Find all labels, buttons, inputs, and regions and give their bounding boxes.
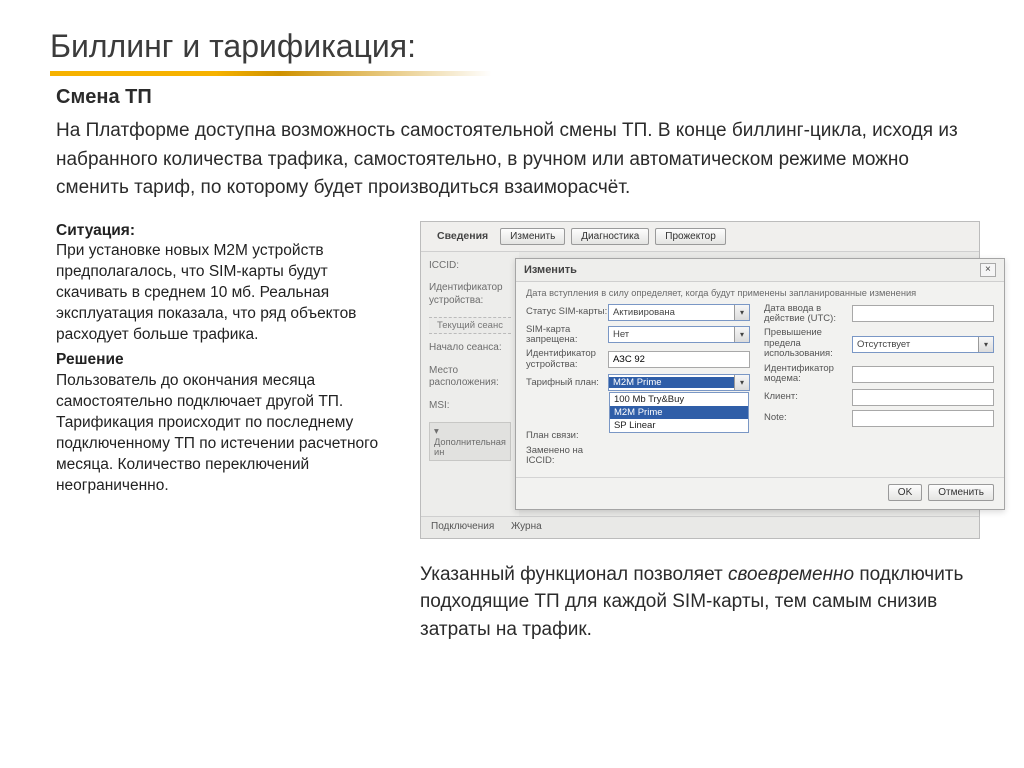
solution-text: Пользователь до окончания месяца самосто… bbox=[56, 372, 378, 494]
tab-connections[interactable]: Подключения bbox=[431, 521, 494, 532]
location-label: Место расположения: bbox=[429, 365, 511, 390]
edit-button[interactable]: Изменить bbox=[500, 228, 565, 245]
iccid-label: ICCID: bbox=[429, 260, 511, 273]
tariff-plan-label: Тарифный план: bbox=[526, 378, 608, 388]
accent-bar bbox=[50, 71, 970, 76]
client-label: Клиент: bbox=[764, 392, 852, 402]
overage-select[interactable]: Отсутствует ▾ bbox=[852, 336, 994, 353]
msi-label: MSI: bbox=[429, 400, 511, 413]
close-icon[interactable]: × bbox=[980, 263, 996, 277]
situation-block: Ситуация: При установке новых М2М устрой… bbox=[56, 221, 396, 347]
device-id-label: Идентификатор устройства: bbox=[526, 349, 608, 370]
panel-bottom-tabs: Подключения Журна bbox=[421, 516, 979, 538]
comm-plan-label: План связи: bbox=[526, 431, 608, 441]
dialog-hint: Дата вступления в силу определяет, когда… bbox=[516, 282, 1004, 300]
replaced-iccid-label: Заменено на ICCID: bbox=[526, 446, 608, 467]
situation-label: Ситуация: bbox=[56, 222, 135, 239]
tab-journal[interactable]: Журна bbox=[511, 521, 542, 532]
solution-block: Решение Пользователь до окончания месяца… bbox=[56, 350, 396, 496]
sim-status-select[interactable]: Активирована ▾ bbox=[608, 304, 750, 321]
ok-button[interactable]: OK bbox=[888, 484, 922, 501]
sim-blocked-select[interactable]: Нет ▾ bbox=[608, 326, 750, 343]
modem-id-label: Идентификатор модема: bbox=[764, 364, 852, 385]
situation-text: При установке новых М2М устройств предпо… bbox=[56, 242, 356, 343]
session-section: Текущий сеанс bbox=[429, 317, 511, 334]
tariff-plan-select[interactable]: M2M Prime ▾ 100 Mb Try&Buy M2M Prime SP … bbox=[608, 374, 750, 391]
effective-date-input[interactable] bbox=[852, 305, 994, 322]
slide-subtitle: Смена ТП bbox=[56, 86, 974, 109]
solution-label: Решение bbox=[56, 351, 124, 368]
tab-info[interactable]: Сведения bbox=[431, 228, 494, 244]
additional-info-toggle[interactable]: ▾ Дополнительная ин bbox=[429, 422, 511, 461]
chevron-down-icon: ▾ bbox=[978, 337, 993, 352]
tariff-option[interactable]: SP Linear bbox=[610, 419, 748, 432]
chevron-down-icon: ▾ bbox=[734, 305, 749, 320]
app-screenshot: Сведения Изменить Диагностика Прожектор … bbox=[420, 221, 980, 539]
chevron-down-icon: ▾ bbox=[734, 327, 749, 342]
tariff-option[interactable]: 100 Mb Try&Buy bbox=[610, 393, 748, 406]
modem-id-input[interactable] bbox=[852, 366, 994, 383]
note-label: Note: bbox=[764, 413, 852, 423]
diagnostics-button[interactable]: Диагностика bbox=[571, 228, 649, 245]
sim-blocked-label: SIM-карта запрещена: bbox=[526, 325, 608, 346]
summary-paragraph: Указанный функционал позволяет своевреме… bbox=[420, 561, 974, 644]
overage-label: Превышение предела использования: bbox=[764, 328, 852, 359]
client-input[interactable] bbox=[852, 389, 994, 406]
sim-status-label: Статус SIM-карты: bbox=[526, 307, 608, 317]
slide-title: Биллинг и тарификация: bbox=[50, 28, 974, 65]
info-sidebar: ICCID: Идентификатор устройства: Текущий… bbox=[421, 252, 519, 516]
device-id-input[interactable] bbox=[608, 351, 750, 368]
devid-label: Идентификатор устройства: bbox=[429, 282, 511, 307]
note-input[interactable] bbox=[852, 410, 994, 427]
effective-date-label: Дата ввода в действие (UTC): bbox=[764, 304, 852, 325]
session-start-label: Начало сеанса: bbox=[429, 342, 511, 355]
intro-paragraph: На Платформе доступна возможность самост… bbox=[56, 117, 974, 203]
chevron-down-icon: ▾ bbox=[734, 375, 749, 390]
panel-toolbar: Сведения Изменить Диагностика Прожектор bbox=[421, 222, 979, 252]
dialog-title: Изменить bbox=[524, 264, 577, 276]
tariff-option[interactable]: M2M Prime bbox=[610, 406, 748, 419]
tariff-dropdown[interactable]: 100 Mb Try&Buy M2M Prime SP Linear bbox=[609, 392, 749, 433]
projector-button[interactable]: Прожектор bbox=[655, 228, 726, 245]
edit-dialog: Изменить × Дата вступления в силу опреде… bbox=[515, 258, 1005, 510]
cancel-button[interactable]: Отменить bbox=[928, 484, 994, 501]
